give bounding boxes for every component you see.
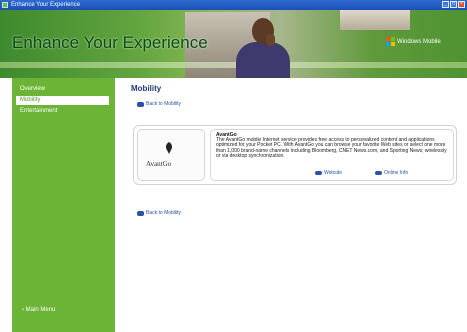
sidebar-item-overview[interactable]: Overview: [16, 85, 109, 94]
title-bar: Enhance Your Experience _ □ ×: [0, 0, 467, 10]
windows-flag-icon: [386, 37, 395, 46]
link-arrow-icon: [375, 171, 382, 175]
website-link[interactable]: Website: [315, 170, 342, 176]
windows-mobile-logo: Windows Mobile: [386, 37, 441, 46]
page-title: Mobility: [131, 84, 162, 93]
online-info-link[interactable]: Online Info: [375, 170, 408, 176]
logo-text: Windows Mobile: [397, 38, 441, 45]
back-arrow-icon: [137, 210, 144, 216]
minimize-button[interactable]: _: [442, 1, 449, 8]
link-arrow-icon: [315, 171, 322, 175]
banner-photo-rooftop: [340, 10, 410, 30]
avantgo-logo-icon: [165, 142, 173, 154]
close-button[interactable]: ×: [458, 1, 465, 8]
online-info-link-label: Online Info: [384, 170, 409, 176]
header-banner: Enhance Your Experience Windows Mobile: [0, 10, 467, 78]
maximize-button[interactable]: □: [450, 1, 457, 8]
avantgo-logo-box: AvantGo: [137, 129, 205, 181]
sidebar-item-mobility[interactable]: Mobility: [16, 96, 109, 105]
app-description: The AvantGo mobile Internet service prov…: [216, 137, 447, 160]
sidebar: Overview Mobility Entertainment ‹ Main M…: [12, 78, 115, 332]
back-to-mobility-link-top[interactable]: Back to Mobility: [137, 101, 181, 107]
avantgo-wordmark: AvantGo: [146, 160, 172, 168]
main-menu-link[interactable]: ‹ Main Menu: [22, 307, 55, 313]
main-content: Mobility Back to Mobility AvantGo AvantG…: [125, 78, 467, 332]
back-link-label: Back to Mobility: [146, 101, 182, 107]
back-link-label: Back to Mobility: [146, 210, 182, 216]
window-title: Enhance Your Experience: [11, 2, 81, 8]
website-link-label: Website: [324, 170, 342, 176]
avantgo-info-panel: AvantGo The AvantGo mobile Internet serv…: [210, 129, 454, 181]
app-card-avantgo: AvantGo AvantGo The AvantGo mobile Inter…: [133, 125, 457, 185]
window-controls: _ □ ×: [442, 1, 465, 8]
banner-photo-person: [232, 14, 292, 78]
back-to-mobility-link-bottom[interactable]: Back to Mobility: [137, 210, 181, 216]
back-arrow-icon: [137, 101, 144, 107]
app-icon: [2, 2, 8, 8]
banner-heading: Enhance Your Experience: [12, 33, 208, 52]
sidebar-item-entertainment[interactable]: Entertainment: [16, 107, 109, 116]
